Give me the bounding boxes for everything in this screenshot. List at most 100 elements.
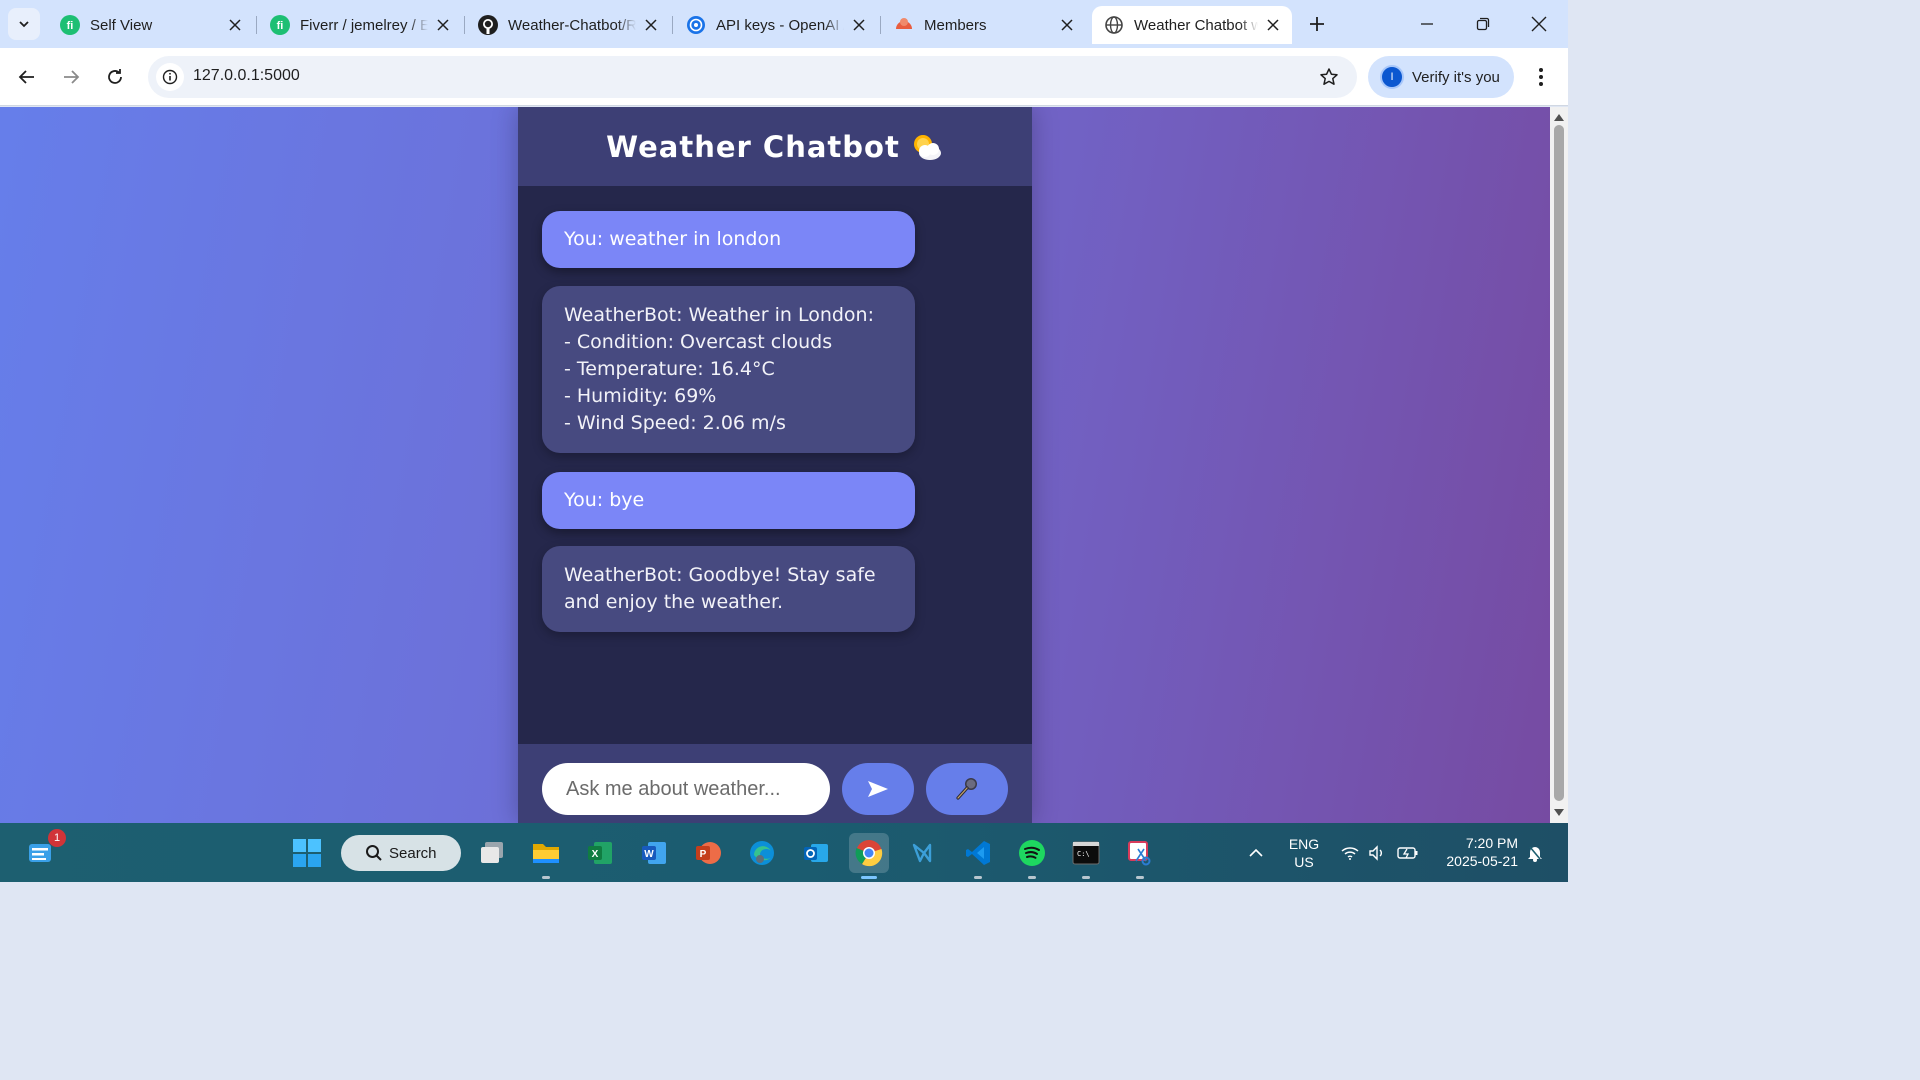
close-icon[interactable]: [850, 16, 868, 34]
show-hidden-icons-button[interactable]: [1238, 833, 1274, 873]
svg-text:X: X: [592, 849, 599, 860]
chrome-icon: [855, 840, 883, 867]
fiverr-icon: fi: [270, 15, 290, 35]
user-message: You: bye: [542, 472, 915, 529]
tab-strip: fi Self View fi Fiverr / jemelrey / Edit…: [0, 0, 1568, 48]
start-button[interactable]: [287, 833, 327, 873]
reload-button[interactable]: [98, 60, 132, 94]
url-text: 127.0.0.1:5000: [193, 67, 300, 84]
svg-text:C:\: C:\: [1077, 850, 1090, 858]
scroll-down-icon[interactable]: [1553, 807, 1565, 819]
address-bar[interactable]: 127.0.0.1:5000: [148, 56, 1357, 98]
tab-title: Weather-Chatbot/README: [508, 16, 636, 34]
chrome-app[interactable]: [849, 833, 889, 879]
language-label: ENG: [1288, 836, 1320, 852]
snipping-tool-icon: [1128, 841, 1151, 866]
region-label: US: [1294, 854, 1314, 870]
volume-icon[interactable]: [1364, 833, 1390, 873]
close-icon[interactable]: [1058, 16, 1076, 34]
widgets-button[interactable]: 1: [20, 829, 66, 873]
taskbar-search[interactable]: Search: [341, 835, 461, 871]
wifi-icon[interactable]: [1336, 833, 1364, 873]
bot-message: WeatherBot: Goodbye! Stay safe and enjoy…: [542, 546, 915, 632]
visual-studio-app[interactable]: [904, 833, 944, 873]
vscode-app[interactable]: [958, 833, 998, 879]
task-view-icon: [481, 842, 503, 863]
tab-search-button[interactable]: [8, 8, 40, 40]
chevron-up-icon: [1249, 848, 1263, 857]
send-button[interactable]: [842, 763, 914, 815]
tab-title: Fiverr / jemelrey / Edit: [300, 16, 428, 34]
tab-members[interactable]: Members: [882, 6, 1086, 44]
spotify-app[interactable]: [1012, 833, 1052, 879]
tab-self-view[interactable]: fi Self View: [48, 6, 254, 44]
language-indicator[interactable]: ENG US: [1283, 835, 1325, 871]
file-explorer-app[interactable]: [526, 833, 566, 879]
close-icon[interactable]: [434, 16, 452, 34]
notifications-bell-icon[interactable]: [1522, 833, 1548, 873]
chat-header: Weather Chatbot: [518, 107, 1032, 186]
scrollbar-thumb[interactable]: [1554, 125, 1564, 801]
chat-input-bar: [518, 744, 1032, 823]
close-icon: [1531, 16, 1547, 32]
outlook-icon: [804, 844, 828, 862]
tab-title: Weather Chatbot with Voice: [1134, 16, 1258, 34]
close-window-button[interactable]: [1516, 6, 1562, 42]
minimize-button[interactable]: [1404, 6, 1450, 42]
back-button[interactable]: [10, 60, 44, 94]
verify-identity-button[interactable]: I Verify it's you: [1368, 56, 1514, 98]
page-scrollbar[interactable]: [1550, 107, 1568, 823]
svg-text:P: P: [700, 849, 707, 860]
tab-title: API keys - OpenAI API: [716, 16, 844, 34]
battery-icon[interactable]: [1394, 833, 1422, 873]
task-view-button[interactable]: [472, 833, 512, 873]
tab-fiverr-edit[interactable]: fi Fiverr / jemelrey / Edit: [258, 6, 462, 44]
tab-title: Self View: [90, 16, 153, 34]
minimize-icon: [1421, 23, 1433, 25]
chevron-down-icon: [19, 21, 29, 28]
windows-logo-icon: [293, 839, 321, 867]
edge-icon: [750, 841, 774, 865]
running-indicator: [1028, 876, 1036, 879]
restore-button[interactable]: [1460, 6, 1506, 42]
tab-title: Members: [924, 16, 987, 34]
running-indicator: [542, 876, 550, 879]
reload-icon: [108, 69, 122, 84]
snipping-tool-app[interactable]: [1120, 833, 1160, 879]
edge-app[interactable]: [742, 833, 782, 873]
voice-input-button[interactable]: [926, 763, 1008, 815]
browser-menu-button[interactable]: [1526, 60, 1556, 94]
active-indicator: [861, 876, 877, 879]
scroll-up-icon[interactable]: [1553, 111, 1565, 123]
message-input[interactable]: [542, 763, 830, 815]
terminal-app[interactable]: C:\: [1066, 833, 1106, 879]
tab-weather-chatbot[interactable]: Weather Chatbot with Voice: [1092, 6, 1292, 44]
notification-badge: 1: [48, 829, 66, 847]
new-tab-button[interactable]: [1303, 10, 1331, 38]
bookmark-star-icon[interactable]: [1317, 65, 1341, 89]
close-icon[interactable]: [642, 16, 660, 34]
word-app[interactable]: W: [634, 833, 674, 873]
close-icon[interactable]: [1264, 16, 1282, 34]
tab-github[interactable]: Weather-Chatbot/README: [466, 6, 670, 44]
site-info-icon[interactable]: [156, 63, 184, 91]
vscode-icon: [966, 841, 990, 865]
fiverr-icon: fi: [60, 15, 80, 35]
verify-label: Verify it's you: [1412, 68, 1500, 86]
clock[interactable]: 7:20 PM 2025-05-21: [1432, 834, 1518, 870]
more-vert-icon: [1539, 68, 1543, 86]
outlook-app[interactable]: [796, 833, 836, 873]
close-icon[interactable]: [226, 16, 244, 34]
excel-app[interactable]: X: [580, 833, 620, 873]
page-viewport: Weather Chatbot You: weather in london W…: [0, 107, 1550, 823]
tab-openai-keys[interactable]: API keys - OpenAI API: [674, 6, 878, 44]
svg-text:W: W: [644, 849, 654, 860]
running-indicator: [1136, 876, 1144, 879]
sun-behind-cloud-icon: [910, 132, 944, 162]
arrow-right-icon: [64, 70, 80, 84]
forward-button[interactable]: [54, 60, 88, 94]
members-icon: [894, 15, 914, 35]
clock-date: 2025-05-21: [1446, 853, 1518, 869]
plus-icon: [1310, 17, 1324, 31]
powerpoint-app[interactable]: P: [688, 833, 728, 873]
